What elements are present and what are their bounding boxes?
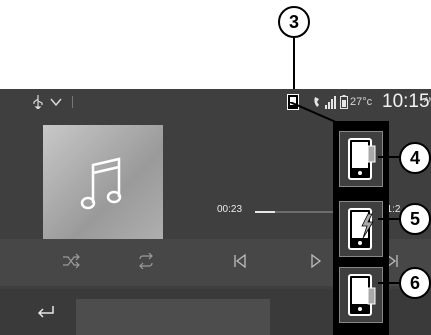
phone-battery-charging-icon (348, 208, 374, 250)
album-art[interactable] (43, 125, 163, 245)
callout-3-leader (293, 38, 295, 89)
phone-battery-states-panel (333, 121, 389, 335)
shuffle-icon[interactable] (62, 253, 80, 269)
battery-icon (340, 95, 348, 109)
progress-fill (255, 211, 275, 213)
back-arrow-icon[interactable] (35, 304, 55, 318)
phone-battery-charged-icon (348, 138, 376, 180)
temperature: 27°c (350, 96, 373, 108)
battery-state-slot-3 (339, 267, 383, 323)
usb-icon[interactable] (32, 95, 44, 109)
callout-4: 4 (399, 142, 431, 174)
clock-time: 10:15 (382, 91, 430, 112)
callout-5: 5 (399, 203, 431, 235)
clock-ampm: AM (424, 97, 431, 104)
previous-icon[interactable] (233, 253, 247, 269)
repeat-icon[interactable] (137, 253, 155, 269)
music-note-icon (80, 157, 122, 210)
play-icon[interactable] (310, 253, 322, 269)
battery-state-slot-1 (339, 131, 383, 187)
bottom-area[interactable] (76, 299, 270, 335)
elapsed-time: 00:23 (217, 204, 243, 215)
status-bar: 27°c 10:15 AM (0, 89, 431, 115)
callout-6: 6 (399, 267, 431, 299)
phone-battery-low-icon (348, 274, 376, 316)
callout-3: 3 (278, 6, 310, 38)
chevron-down-icon[interactable] (50, 97, 62, 107)
status-divider (72, 96, 73, 108)
battery-state-slot-2 (339, 201, 383, 257)
